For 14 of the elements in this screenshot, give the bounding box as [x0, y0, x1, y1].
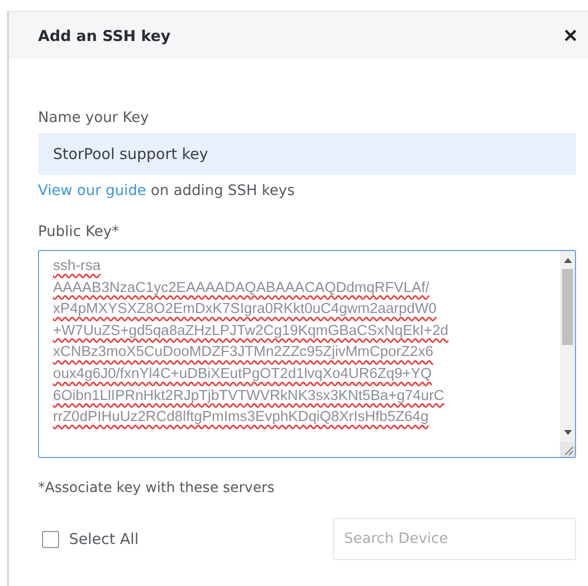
dialog-title: Add an SSH key — [38, 26, 171, 44]
scrollbar[interactable] — [560, 251, 575, 457]
select-all-label[interactable]: Select All — [69, 530, 139, 548]
scroll-down-icon[interactable] — [564, 430, 572, 436]
key-name-field[interactable]: StorPool support key — [38, 133, 576, 175]
field-label: Name your Key — [38, 110, 150, 126]
search-field[interactable]: Search Device — [333, 518, 576, 560]
scroll-up-icon[interactable] — [564, 257, 572, 263]
checkbox[interactable] — [42, 530, 59, 548]
field-label: Public Key* — [38, 224, 120, 240]
section-label: *Associate key with these servers — [38, 480, 276, 496]
resize-handle-icon[interactable] — [560, 442, 575, 457]
close-button[interactable]: ✕ — [563, 24, 578, 46]
guide-text: View our guide on adding SSH keys — [38, 183, 296, 199]
